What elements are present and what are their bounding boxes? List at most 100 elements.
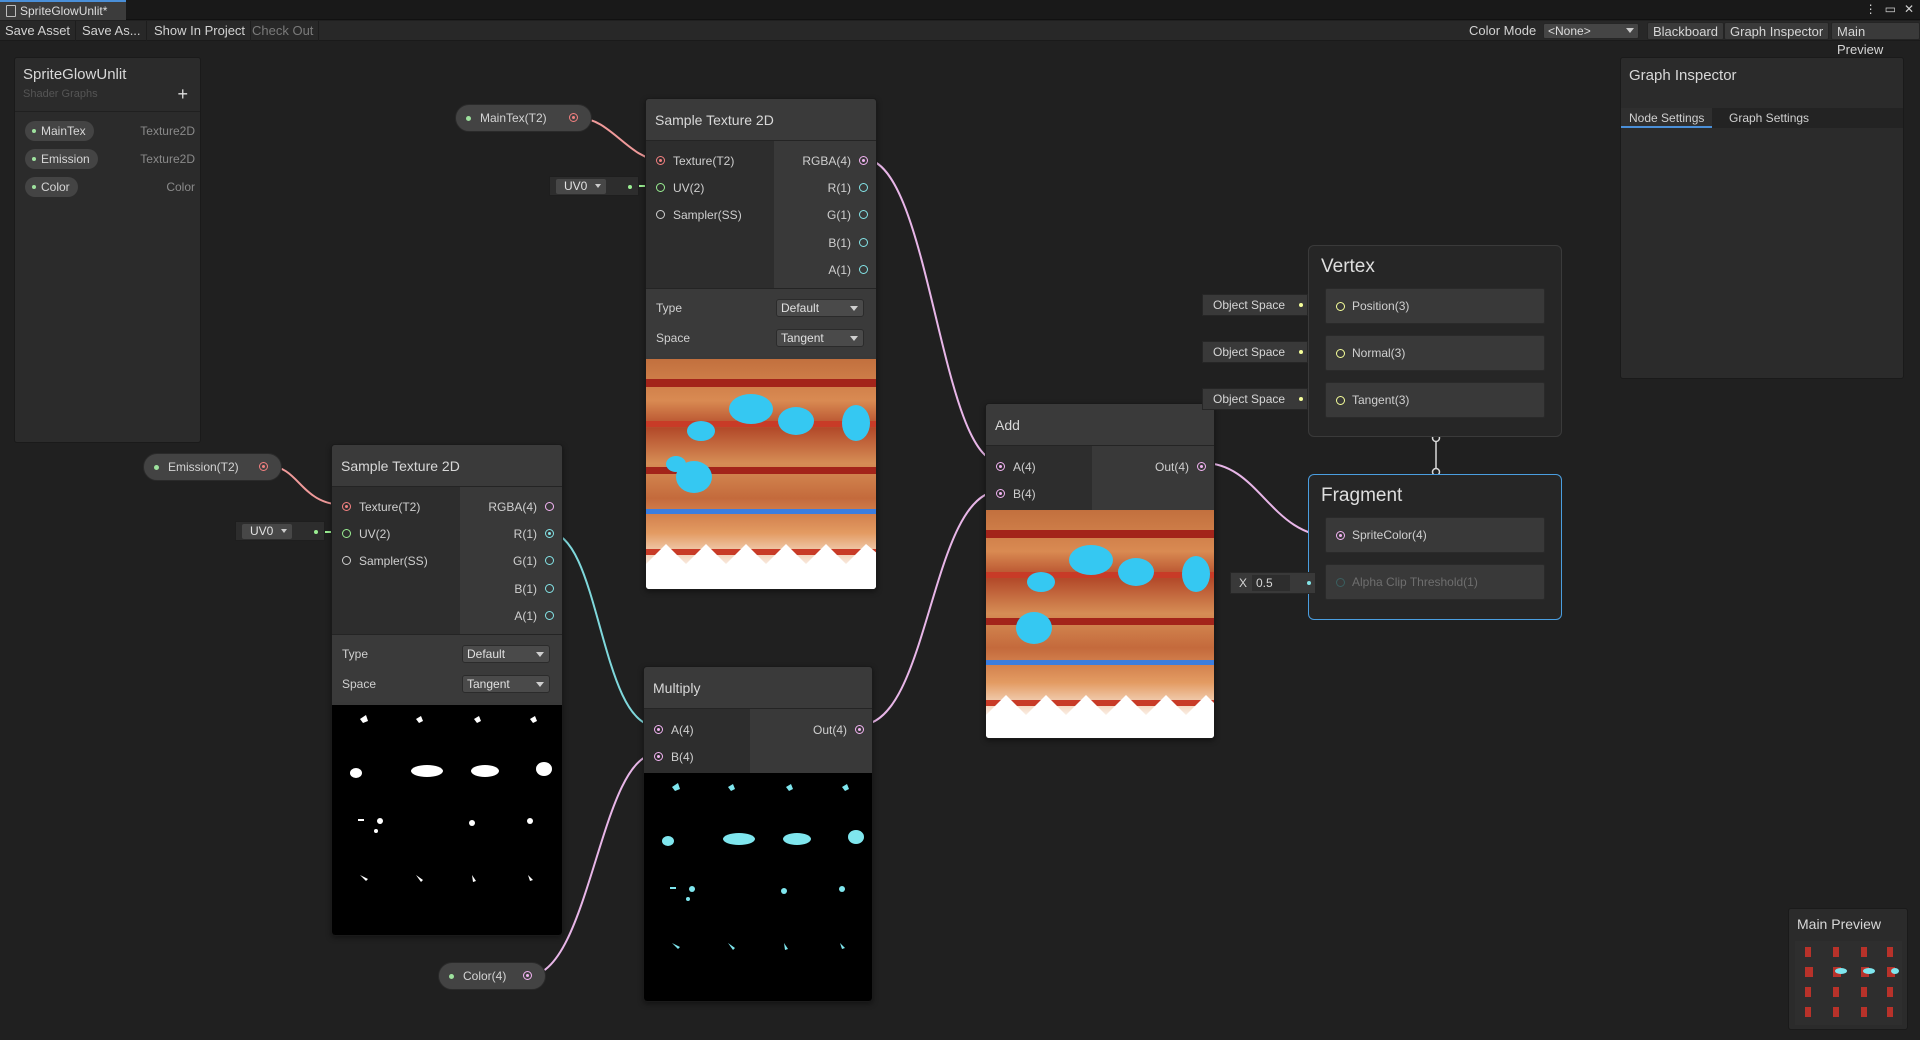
more-options-icon[interactable]: ⋮ [1865, 2, 1877, 16]
output-port-g[interactable]: G(1) [513, 553, 554, 569]
show-in-project-button[interactable]: Show In Project [149, 21, 252, 41]
save-asset-button[interactable]: Save Asset [0, 21, 77, 41]
uv-dropdown[interactable]: UV0 [556, 179, 606, 194]
object-space-input[interactable]: Object Space [1202, 294, 1308, 316]
input-port-a[interactable]: A(4) [654, 722, 694, 738]
uv-input-2[interactable]: UV0 [235, 521, 325, 541]
output-port-b[interactable]: B(1) [514, 581, 554, 597]
main-preview-image[interactable] [1795, 941, 1902, 1025]
property-name[interactable]: MainTex [25, 121, 94, 141]
property-name[interactable]: Color [25, 177, 78, 197]
input-port-a[interactable]: A(4) [996, 459, 1036, 475]
space-dropdown[interactable]: Tangent [462, 675, 550, 693]
input-port-b[interactable]: B(4) [654, 749, 694, 765]
uv-input-1[interactable]: UV0 [549, 176, 639, 196]
port-connector[interactable] [545, 529, 554, 538]
port-connector[interactable] [855, 725, 864, 734]
property-node-color[interactable]: Color(4) [438, 962, 546, 990]
fragment-stack[interactable]: Fragment SpriteColor(4) Alpha Clip Thres… [1308, 474, 1562, 620]
multiply-node[interactable]: Multiply A(4) B(4) Out(4) [643, 666, 873, 1002]
object-space-input[interactable]: Object Space [1202, 388, 1308, 410]
alpha-threshold-input[interactable]: X 0.5 [1230, 572, 1316, 594]
port-connector[interactable] [342, 556, 351, 565]
input-port-sampler[interactable]: Sampler(SS) [342, 553, 428, 569]
color-mode-dropdown[interactable]: <None> [1543, 23, 1639, 39]
graph-inspector-toggle[interactable]: Graph Inspector [1724, 22, 1830, 40]
uv-dropdown[interactable]: UV0 [242, 524, 292, 539]
port-connector[interactable] [1336, 349, 1345, 358]
check-out-button[interactable]: Check Out [247, 21, 320, 41]
object-space-input[interactable]: Object Space [1202, 341, 1308, 363]
port-connector[interactable] [656, 210, 665, 219]
blackboard-property[interactable]: Color Color [25, 177, 195, 197]
port-connector[interactable] [656, 183, 665, 192]
space-dropdown[interactable]: Tangent [776, 329, 864, 347]
output-port-rgba[interactable]: RGBA(4) [802, 153, 868, 169]
property-name[interactable]: Emission [25, 149, 98, 169]
port-connector[interactable] [859, 156, 868, 165]
port-connector[interactable] [996, 462, 1005, 471]
close-icon[interactable]: ✕ [1904, 2, 1914, 16]
output-port-a[interactable]: A(1) [514, 608, 554, 624]
port-connector[interactable] [859, 265, 868, 274]
main-preview-toggle[interactable]: Main Preview [1831, 22, 1920, 57]
node-title[interactable]: Sample Texture 2D [646, 99, 876, 141]
output-port-r[interactable]: R(1) [514, 526, 554, 542]
input-port-uv[interactable]: UV(2) [342, 526, 390, 542]
window-tab[interactable]: SpriteGlowUnlit* [0, 0, 126, 20]
port-connector[interactable] [1336, 578, 1345, 587]
port-connector[interactable] [996, 489, 1005, 498]
port-connector[interactable] [342, 502, 351, 511]
port-connector[interactable] [859, 238, 868, 247]
input-port-b[interactable]: B(4) [996, 486, 1036, 502]
blackboard-property[interactable]: MainTex Texture2D [25, 121, 195, 141]
save-as-button[interactable]: Save As... [77, 21, 147, 41]
port-connector[interactable] [545, 584, 554, 593]
type-dropdown[interactable]: Default [776, 299, 864, 317]
output-port-out[interactable]: Out(4) [813, 722, 864, 738]
port-connector[interactable] [1336, 396, 1345, 405]
output-port[interactable] [523, 971, 532, 980]
output-port-g[interactable]: G(1) [827, 207, 868, 223]
port-connector[interactable] [859, 183, 868, 192]
node-title[interactable]: Add [986, 404, 1214, 446]
vertex-stack[interactable]: Vertex Position(3) Normal(3) Tangent(3) [1308, 245, 1562, 437]
port-connector[interactable] [545, 611, 554, 620]
property-node-maintex[interactable]: MainTex(T2) [455, 104, 592, 132]
port-connector[interactable] [1336, 302, 1345, 311]
wire-r-to-multiply-a[interactable] [547, 531, 657, 727]
port-connector[interactable] [1336, 531, 1345, 540]
input-port-uv[interactable]: UV(2) [656, 180, 704, 196]
port-connector[interactable] [1197, 462, 1206, 471]
output-port-rgba[interactable]: RGBA(4) [488, 499, 554, 515]
tab-node-settings[interactable]: Node Settings [1621, 108, 1713, 128]
alpha-value-field[interactable]: 0.5 [1252, 575, 1290, 591]
port-connector[interactable] [545, 556, 554, 565]
input-port-texture[interactable]: Texture(T2) [656, 153, 734, 169]
output-port-out[interactable]: Out(4) [1155, 459, 1206, 475]
output-port-r[interactable]: R(1) [828, 180, 868, 196]
input-port-texture[interactable]: Texture(T2) [342, 499, 420, 515]
node-title[interactable]: Multiply [644, 667, 872, 709]
blackboard-property[interactable]: Emission Texture2D [25, 149, 195, 169]
output-port[interactable] [259, 462, 268, 471]
sample-texture-node-2[interactable]: Sample Texture 2D Texture(T2) UV(2) Samp… [331, 444, 563, 936]
node-title[interactable]: Sample Texture 2D [332, 445, 562, 487]
property-node-emission[interactable]: Emission(T2) [143, 453, 282, 481]
type-dropdown[interactable]: Default [462, 645, 550, 663]
wire-rgba-to-add-a[interactable] [863, 158, 1001, 463]
port-connector[interactable] [656, 156, 665, 165]
port-connector[interactable] [654, 725, 663, 734]
add-property-button[interactable]: + [177, 84, 188, 105]
add-node[interactable]: Add A(4) B(4) Out(4) [985, 403, 1215, 739]
fragment-block-alpha-clip[interactable]: Alpha Clip Threshold(1) [1325, 564, 1545, 600]
output-port-a[interactable]: A(1) [828, 262, 868, 278]
input-port-sampler[interactable]: Sampler(SS) [656, 207, 742, 223]
vertex-block-normal[interactable]: Normal(3) [1325, 335, 1545, 371]
vertex-block-position[interactable]: Position(3) [1325, 288, 1545, 324]
maximize-icon[interactable]: ▭ [1885, 2, 1896, 16]
vertex-block-tangent[interactable]: Tangent(3) [1325, 382, 1545, 418]
blackboard-toggle[interactable]: Blackboard [1647, 22, 1725, 40]
port-connector[interactable] [654, 752, 663, 761]
port-connector[interactable] [859, 210, 868, 219]
